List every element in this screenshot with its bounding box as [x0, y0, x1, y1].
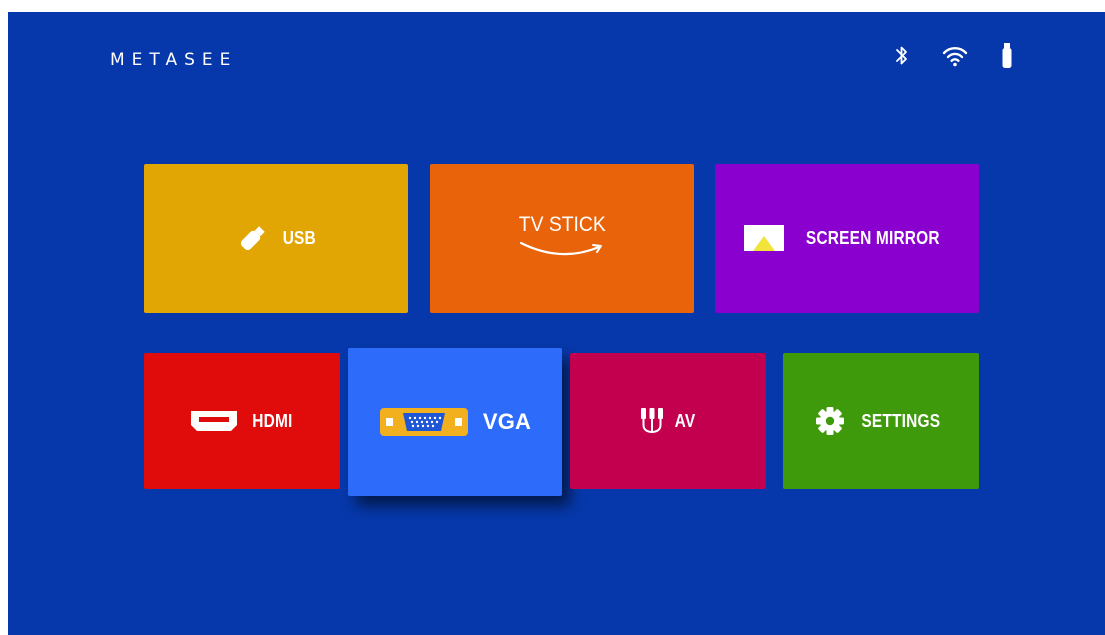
tile-hdmi[interactable]: HDMI — [144, 353, 340, 489]
usb-drive-icon — [1001, 42, 1013, 72]
gear-icon — [815, 406, 845, 436]
smile-arrow-icon — [517, 239, 607, 259]
home-screen: METASEE USB TV STICK SCREEN MIRROR HDMI … — [8, 12, 1105, 635]
rca-cable-icon — [639, 406, 665, 436]
tile-tv-stick[interactable]: TV STICK — [430, 164, 694, 313]
tile-settings[interactable]: SETTINGS — [783, 353, 979, 489]
wifi-icon — [942, 42, 968, 72]
tile-usb-label: USB — [282, 228, 316, 248]
tile-av-label: AV — [674, 410, 696, 431]
tile-vga[interactable]: VGA — [348, 348, 562, 496]
brand-logo: METASEE — [110, 50, 238, 70]
tile-vga-label: VGA — [482, 409, 532, 434]
tile-settings-label: SETTINGS — [861, 410, 941, 431]
tile-av[interactable]: AV — [570, 353, 766, 489]
tile-tv-stick-label: TV STICK — [518, 212, 606, 236]
vga-port-icon — [379, 404, 469, 440]
airplay-icon — [743, 223, 785, 255]
tile-usb[interactable]: USB — [144, 164, 408, 313]
hdmi-port-icon — [189, 408, 239, 434]
usb-stick-icon — [234, 221, 270, 257]
bluetooth-icon — [895, 42, 909, 72]
tile-hdmi-label: HDMI — [251, 410, 293, 431]
tile-screen-mirror-label: SCREEN MIRROR — [806, 228, 940, 248]
tile-screen-mirror[interactable]: SCREEN MIRROR — [715, 164, 979, 313]
